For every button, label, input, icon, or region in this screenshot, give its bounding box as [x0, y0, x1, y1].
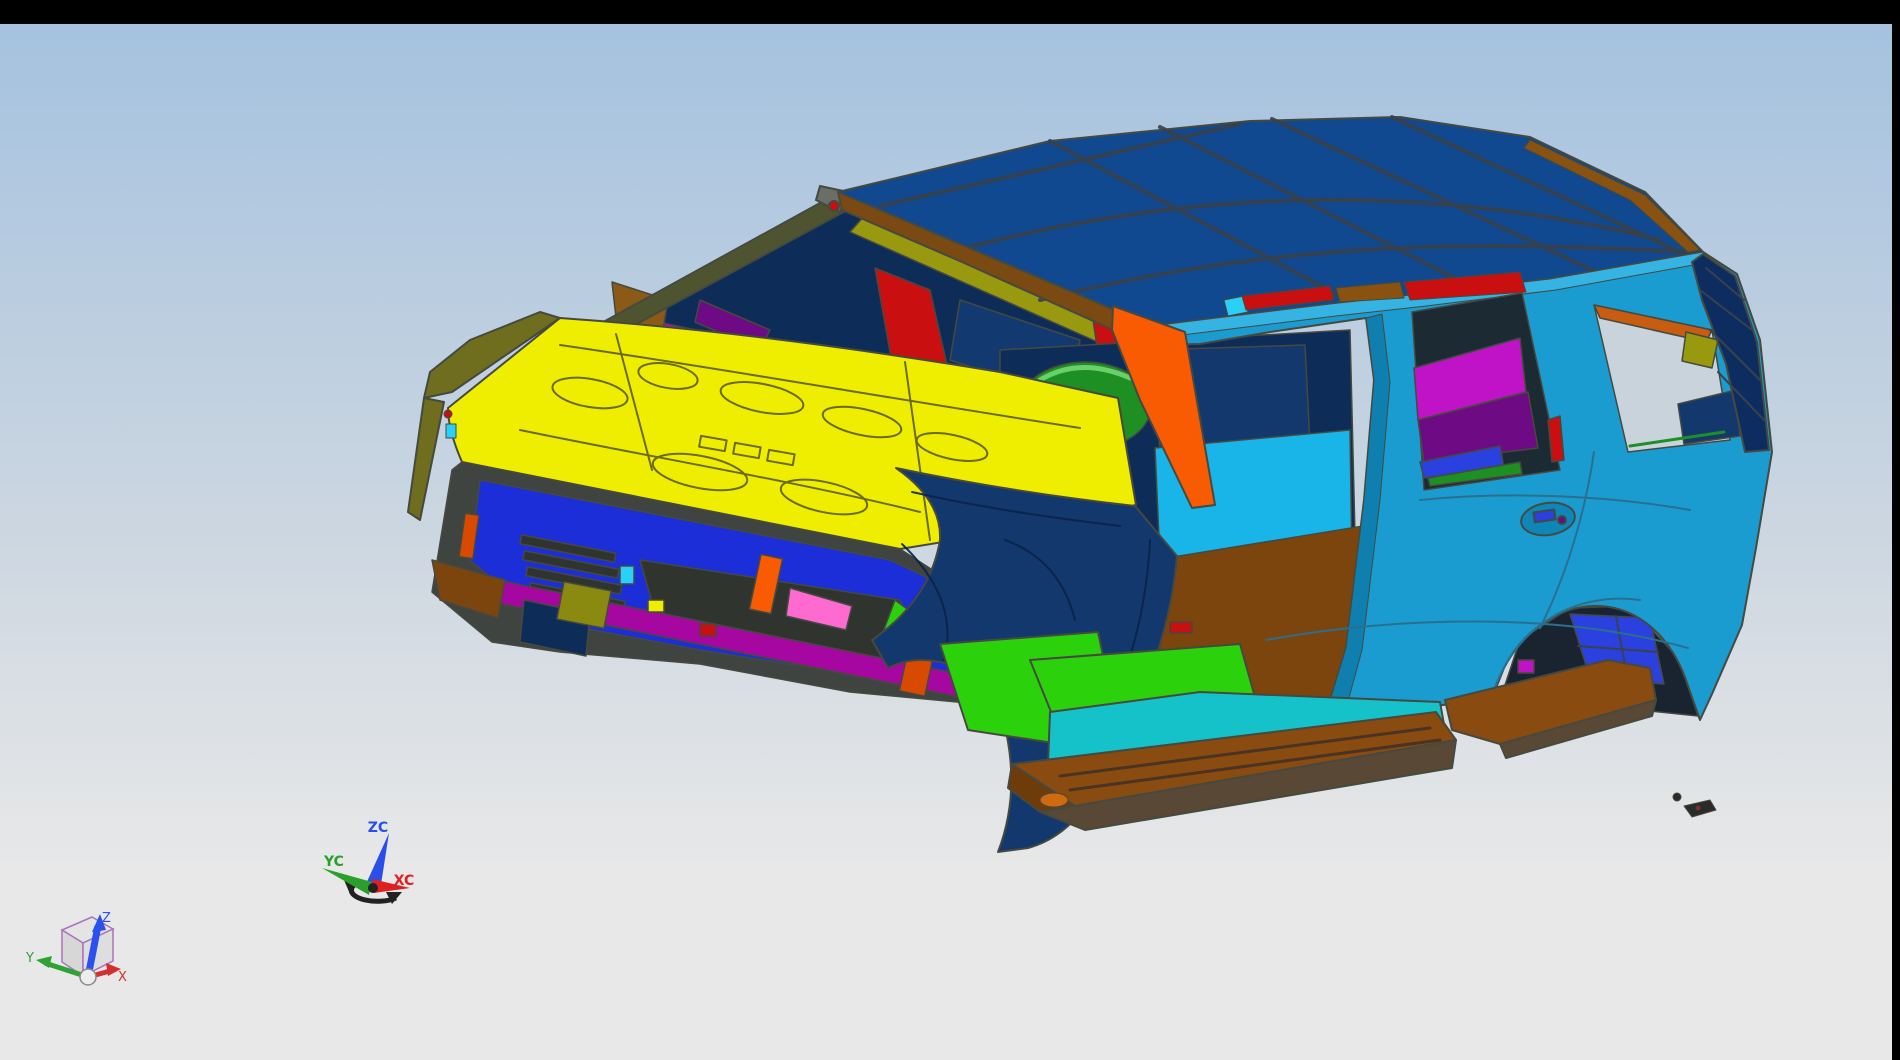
scene-canvas[interactable]: ZC YC XC Z Y X — [0, 24, 1892, 1060]
wcs-xc-label: XC — [394, 873, 415, 889]
triad-z-label: Z — [102, 911, 111, 926]
triad-y-label: Y — [25, 951, 34, 966]
triad-origin-sphere[interactable] — [80, 969, 96, 985]
triad-x-label: X — [118, 970, 127, 985]
collapsed-toolbar-right — [1892, 0, 1900, 1060]
pillar-red-fitting — [829, 201, 839, 211]
graphics-viewport[interactable]: ZC YC XC Z Y X — [0, 24, 1892, 1060]
wcs-yc-label: YC — [323, 854, 344, 870]
wcs-zc-label: ZC — [368, 820, 388, 836]
collapsed-toolbar-top — [0, 0, 1900, 24]
application-window: ZC YC XC Z Y X — [0, 0, 1900, 1060]
wcs-origin[interactable] — [368, 883, 378, 893]
